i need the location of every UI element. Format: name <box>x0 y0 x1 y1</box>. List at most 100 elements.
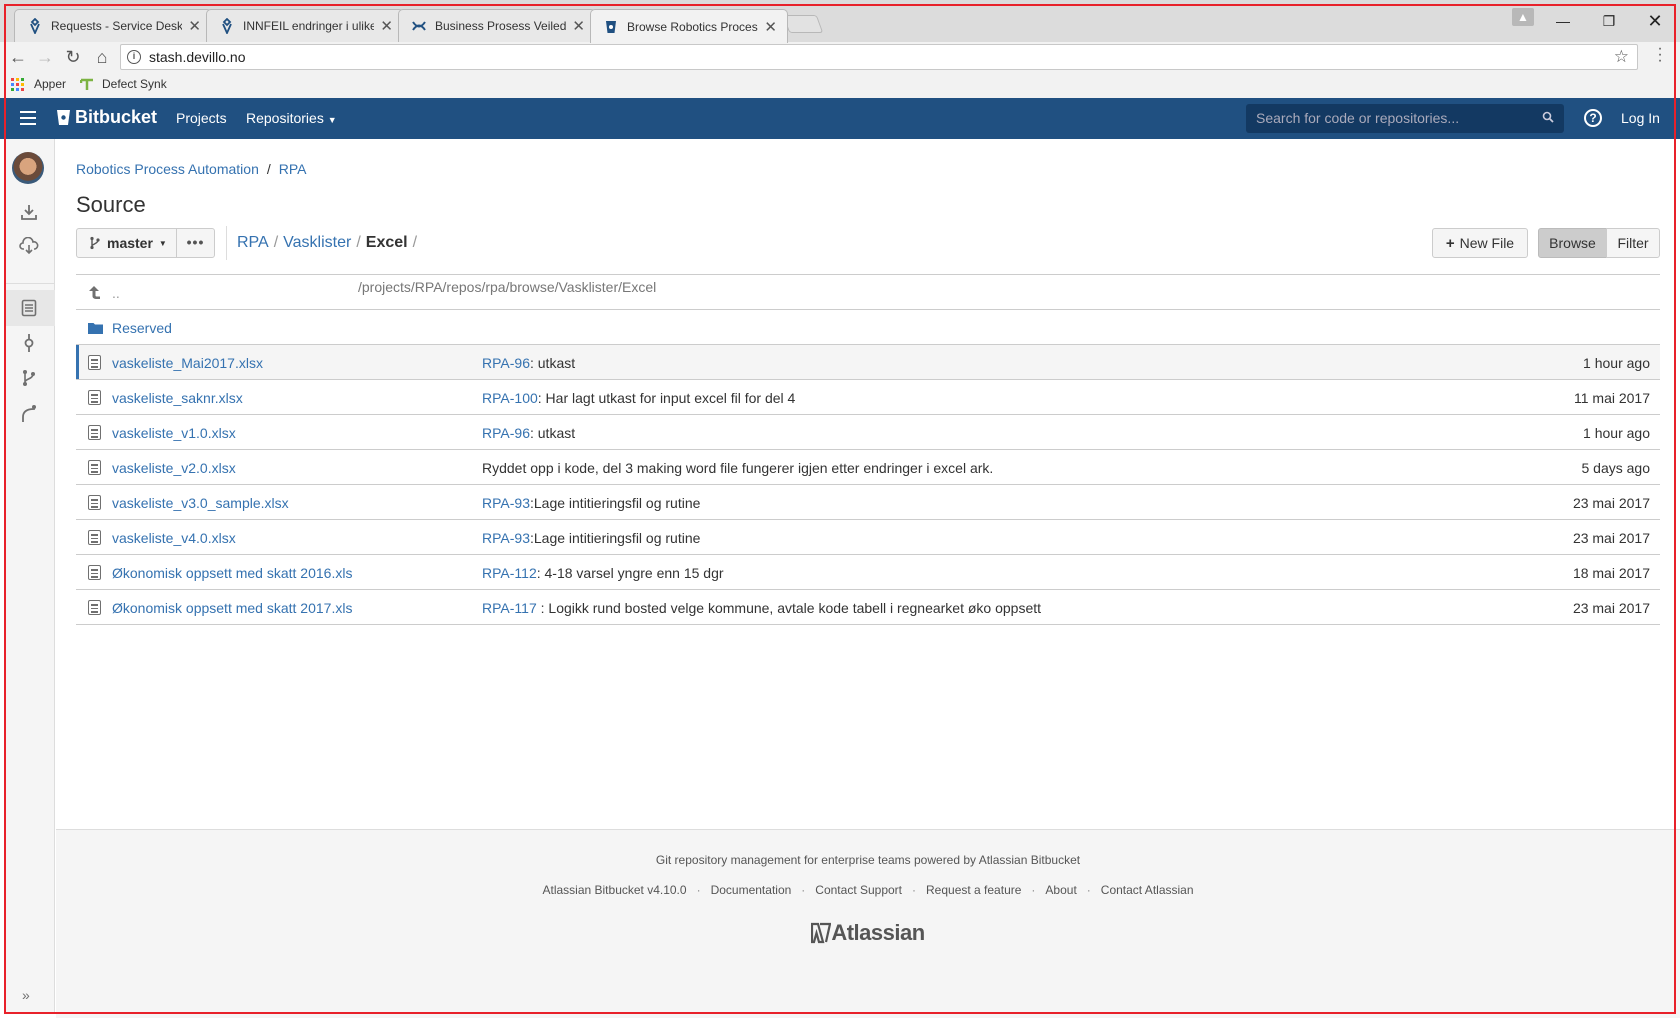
pull-requests-icon[interactable] <box>18 402 40 424</box>
restore-icon[interactable]: ❐ <box>1586 8 1632 34</box>
file-row[interactable]: vaskeliste_v2.0.xlsx Ryddet opp i kode, … <box>76 450 1660 485</box>
breadcrumb-project[interactable]: Robotics Process Automation <box>76 161 259 177</box>
login-link[interactable]: Log In <box>1621 110 1660 126</box>
cloud-sync-icon[interactable] <box>18 235 40 257</box>
parent-directory-row[interactable]: .. <box>76 275 1660 310</box>
commit-time: 5 days ago <box>1581 460 1651 476</box>
browse-toggle[interactable]: Browse <box>1538 228 1607 258</box>
commit-message: RPA-96: utkast <box>482 355 575 371</box>
breadcrumb-repo[interactable]: RPA <box>279 161 307 177</box>
forward-icon[interactable]: → <box>33 45 57 69</box>
bitbucket-logo[interactable]: Bitbucket <box>56 107 157 128</box>
tab-innfeil[interactable]: INNFEIL endringer i ulike ✕ <box>206 9 404 42</box>
folder-link[interactable]: Reserved <box>112 320 172 336</box>
bookmark-apper[interactable]: Apper <box>11 77 66 91</box>
footer-separator: · <box>696 883 701 897</box>
file-name-link[interactable]: vaskeliste_v4.0.xlsx <box>112 530 236 546</box>
issue-key-link[interactable]: RPA-93 <box>482 530 530 546</box>
footer-link-about[interactable]: About <box>1045 883 1076 897</box>
issue-key-link[interactable]: RPA-112 <box>482 565 537 581</box>
new-file-button[interactable]: + New File <box>1432 228 1528 258</box>
file-name-link[interactable]: vaskeliste_v2.0.xlsx <box>112 460 236 476</box>
issue-key-link[interactable]: RPA-96 <box>482 355 530 371</box>
filter-toggle[interactable]: Filter <box>1606 228 1660 258</box>
tab-close-icon[interactable]: ✕ <box>380 17 393 35</box>
file-name-link[interactable]: Økonomisk oppsett med skatt 2016.xls <box>112 565 352 581</box>
file-row[interactable]: vaskeliste_v1.0.xlsx RPA-96: utkast 1 ho… <box>76 415 1660 450</box>
clone-download-icon[interactable] <box>18 201 40 223</box>
tab-close-icon[interactable]: ✕ <box>764 18 777 36</box>
commit-message: RPA-100: Har lagt utkast for input excel… <box>482 390 795 406</box>
file-name-link[interactable]: vaskeliste_saknr.xlsx <box>112 390 243 406</box>
issue-key-link[interactable]: RPA-96 <box>482 425 530 441</box>
file-row[interactable]: vaskeliste_Mai2017.xlsx RPA-96: utkast 1… <box>76 345 1660 380</box>
issue-key-link[interactable]: RPA-100 <box>482 390 538 406</box>
atlassian-logo-text: Atlassian <box>831 920 925 945</box>
tab-close-icon[interactable]: ✕ <box>188 17 201 35</box>
file-row[interactable]: vaskeliste_v4.0.xlsx RPA-93:Lage intitie… <box>76 520 1660 555</box>
tab-browse-robotics-process[interactable]: Browse Robotics Process ✕ <box>590 9 788 43</box>
footer-separator: · <box>912 883 917 897</box>
tab-requests-service-desk[interactable]: Requests - Service Desk ✕ <box>14 9 212 42</box>
file-name-link[interactable]: vaskeliste_Mai2017.xlsx <box>112 355 263 371</box>
profile-icon[interactable]: ▲ <box>1512 8 1534 26</box>
plus-icon: + <box>1445 234 1455 252</box>
branches-icon[interactable] <box>18 367 40 389</box>
site-info-icon[interactable]: i <box>127 50 141 64</box>
issue-key-link[interactable]: RPA-93 <box>482 495 530 511</box>
tab-business-prosess[interactable]: Business Prosess Veiledn ✕ <box>398 9 596 42</box>
commit-message-text: :Lage intitieringsfil og rutine <box>529 530 701 546</box>
source-icon[interactable] <box>18 297 40 319</box>
breadcrumb: Robotics Process Automation / RPA <box>76 161 307 177</box>
path-segment-rpa[interactable]: RPA <box>237 234 269 251</box>
folder-row[interactable]: Reserved <box>76 310 1660 345</box>
expand-sidebar-icon[interactable]: » <box>22 987 30 1003</box>
file-row[interactable]: vaskeliste_saknr.xlsx RPA-100: Har lagt … <box>76 380 1660 415</box>
address-bar[interactable]: i stash.devillo.no/projects/RPA/repos/rp… <box>120 44 1638 295</box>
file-row[interactable]: Økonomisk oppsett med skatt 2017.xls RPA… <box>76 590 1660 625</box>
nav-projects[interactable]: Projects <box>176 110 227 126</box>
minimize-icon[interactable]: — <box>1540 8 1586 34</box>
footer-link-documentation[interactable]: Documentation <box>711 883 792 897</box>
path-segment-vasklister[interactable]: Vasklister <box>283 234 351 251</box>
commits-icon[interactable] <box>18 332 40 354</box>
tab-close-icon[interactable]: ✕ <box>572 17 585 35</box>
file-row[interactable]: Økonomisk oppsett med skatt 2016.xls RPA… <box>76 555 1660 590</box>
app-header: Bitbucket Projects Repositories ▼ Search… <box>0 98 1680 139</box>
parent-directory-link[interactable]: .. <box>112 285 120 301</box>
footer-link-request-feature[interactable]: Request a feature <box>926 883 1021 897</box>
footer-link-contact-support[interactable]: Contact Support <box>815 883 902 897</box>
more-actions-button[interactable]: ••• <box>176 228 215 258</box>
issue-key-link[interactable]: RPA-117 <box>482 600 537 616</box>
file-name-link[interactable]: vaskeliste_v3.0_sample.xlsx <box>112 495 289 511</box>
home-icon[interactable]: ⌂ <box>90 45 114 69</box>
footer-link-contact-atlassian[interactable]: Contact Atlassian <box>1101 883 1194 897</box>
file-name-link[interactable]: Økonomisk oppsett med skatt 2017.xls <box>112 600 352 616</box>
atlassian-logo[interactable]: Atlassian <box>56 920 1680 946</box>
back-icon[interactable]: ← <box>6 45 30 69</box>
atlassian-icon <box>811 922 832 944</box>
branch-selector[interactable]: master ▼ <box>76 228 177 258</box>
search-placeholder: Search for code or repositories... <box>1256 110 1460 126</box>
file-icon <box>88 390 101 405</box>
repo-avatar[interactable] <box>12 152 44 184</box>
file-row[interactable]: vaskeliste_v3.0_sample.xlsx RPA-93:Lage … <box>76 485 1660 520</box>
bookmark-star-icon[interactable]: ☆ <box>1614 47 1629 67</box>
file-name-link[interactable]: vaskeliste_v1.0.xlsx <box>112 425 236 441</box>
close-window-icon[interactable]: ✕ <box>1632 8 1678 34</box>
nav-repositories[interactable]: Repositories ▼ <box>246 110 337 126</box>
reload-icon[interactable]: ↻ <box>61 45 85 69</box>
browser-menu-icon[interactable]: · · · <box>1655 41 1665 69</box>
help-icon[interactable]: ? <box>1584 109 1602 127</box>
commit-time: 1 hour ago <box>1583 355 1650 371</box>
new-tab-button[interactable] <box>782 15 824 33</box>
bookmark-defect-synk[interactable]: Defect Synk <box>80 77 167 91</box>
commit-message: RPA-112: 4-18 varsel yngre enn 15 dgr <box>482 565 724 581</box>
commit-message: RPA-117 : Logikk rund bosted velge kommu… <box>482 600 1041 616</box>
search-input[interactable]: Search for code or repositories... <box>1246 104 1564 133</box>
menu-icon[interactable] <box>20 111 36 125</box>
sidebar: » <box>5 139 55 1013</box>
commit-time: 11 mai 2017 <box>1573 390 1650 406</box>
chevron-down-icon: ▼ <box>327 115 337 125</box>
tab-strip: Requests - Service Desk ✕ INNFEIL endrin… <box>0 0 1680 43</box>
